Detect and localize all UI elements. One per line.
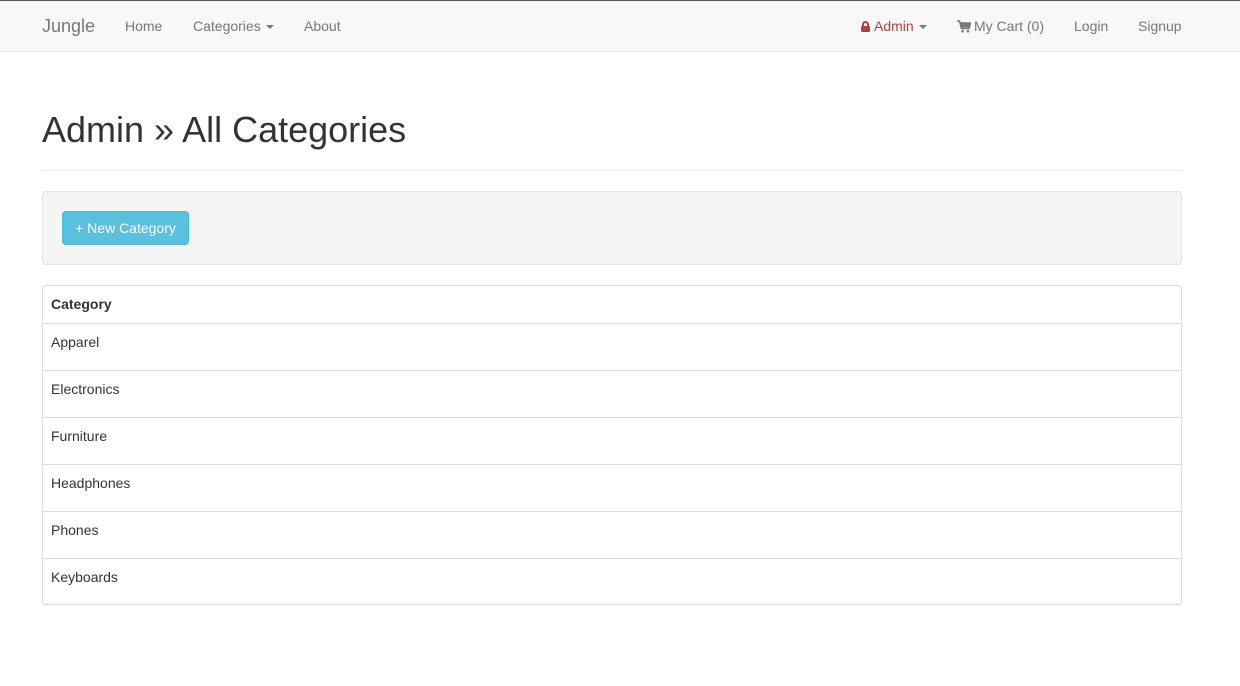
categories-table: Category Apparel Electronics Furniture H… [43,286,1181,604]
toolbar-well: + New Category [42,191,1182,265]
caret-down-icon [918,25,927,30]
category-cell: Furniture [43,416,1181,464]
nav-cart-label: My Cart (0) [974,18,1044,34]
table-row: Keyboards [43,557,1181,604]
top-navbar: Jungle Home Categories About Admin My Ca… [0,0,1240,52]
nav-cart-link[interactable]: My Cart (0) [957,18,1044,34]
table-row: Headphones [43,463,1181,511]
column-header-category: Category [43,286,1181,324]
nav-categories-label: Categories [193,18,261,34]
table-row: Electronics [43,369,1181,417]
shopping-cart-icon [957,20,971,33]
nav-home-link[interactable]: Home [125,18,162,34]
category-cell: Phones [43,510,1181,558]
brand-link[interactable]: Jungle [42,16,95,37]
category-cell: Apparel [51,333,100,350]
nav-about-link[interactable]: About [304,18,341,34]
nav-login-link[interactable]: Login [1074,18,1108,34]
lock-icon [861,21,870,32]
page-header: Admin » All Categories [42,108,1182,171]
page-title: Admin » All Categories [42,109,407,150]
table-row: Phones [43,510,1181,558]
nav-admin-dropdown[interactable]: Admin [861,18,927,34]
categories-table-panel: Category Apparel Electronics Furniture H… [42,285,1182,605]
category-cell: Keyboards [43,557,1181,604]
nav-signup-link[interactable]: Signup [1138,18,1182,34]
table-row: Furniture [43,416,1181,464]
new-category-button[interactable]: + New Category [62,211,189,245]
category-cell: Electronics [43,369,1181,417]
nav-categories-dropdown[interactable]: Categories [193,18,274,34]
table-header-row: Category [43,286,1181,324]
category-cell: Headphones [43,463,1181,511]
nav-admin-label: Admin [874,18,914,34]
caret-down-icon [265,25,274,30]
table-row: Apparel [43,323,1181,370]
